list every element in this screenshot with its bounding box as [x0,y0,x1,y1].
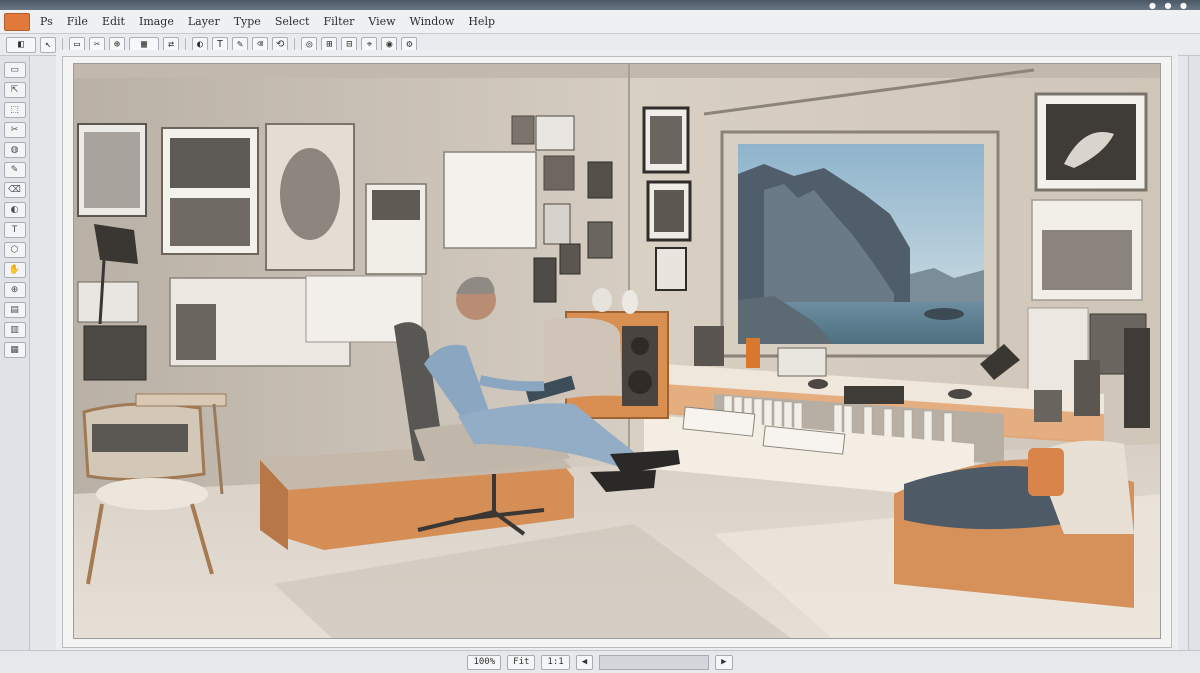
target-icon[interactable]: ◎ [301,36,318,53]
marquee-tool-icon[interactable]: ▭ [3,62,26,78]
crop-icon[interactable]: ✂ [89,36,105,53]
canvas-image[interactable] [73,63,1161,639]
menu-item-help[interactable]: Help [464,13,499,30]
contrast-icon[interactable]: ◐ [192,36,208,53]
brush-icon[interactable]: ✎ [232,36,248,53]
rotate-icon[interactable]: ⟲ [272,36,289,53]
menu-item-type[interactable]: Type [230,13,265,30]
right-scrollbar[interactable] [1188,56,1200,673]
title-bar: ● ● ● [0,0,1200,10]
zoom-in-icon[interactable]: ⊕ [109,36,125,53]
marquee-icon[interactable]: ▭ [69,36,85,53]
crosshair-icon[interactable]: ⌖ [361,36,378,53]
menu-item-layer[interactable]: Layer [184,13,224,30]
history-panel-icon[interactable]: ▦ [3,342,26,358]
room-illustration [74,64,1160,638]
menu-item-select[interactable]: Select [271,13,314,30]
channels-panel-icon[interactable]: ▥ [3,322,26,338]
menu-bar: Ps File Edit Image Layer Type Select Fil… [0,10,1200,34]
window-controls[interactable]: ● ● ● [1149,1,1190,10]
move-tool-icon[interactable]: ⇱ [3,82,26,98]
eraser-tool-icon[interactable]: ⌫ [3,182,26,198]
select-tool-icon[interactable]: ⬚ [3,102,26,118]
record-icon[interactable]: ◉ [381,36,398,53]
toolbar-divider [62,37,63,52]
add-panel-icon[interactable]: ⊞ [321,36,338,53]
document-canvas[interactable] [62,56,1172,648]
zoom-actual-button[interactable]: 1:1 [541,654,570,670]
zoom-100-button[interactable]: 100% [467,654,502,670]
lasso-tool-icon[interactable]: ◍ [3,142,26,158]
swap-icon[interactable]: ⇄ [163,36,179,53]
zoom-fit-button[interactable]: Fit [507,654,536,670]
eraser-icon[interactable]: ⌫ [252,36,268,53]
menu-item-ps[interactable]: Ps [36,13,57,30]
layout-icon[interactable]: ◧ [6,36,36,53]
prev-icon[interactable]: ◀ [575,654,594,670]
status-field [599,654,710,670]
zoom-tool-icon[interactable]: ⊕ [3,282,26,298]
dodge-tool-icon[interactable]: ◐ [3,202,26,218]
menu-item-edit[interactable]: Edit [98,13,129,30]
menu-item-file[interactable]: File [63,13,92,30]
toolbar-divider [294,37,296,52]
menu-item-view[interactable]: View [364,13,399,30]
crop-tool-icon[interactable]: ✂ [3,122,26,138]
type-tool-icon[interactable]: T [3,222,26,238]
status-bar: 100% Fit 1:1 ◀ ▶ [0,650,1200,673]
grid-icon[interactable]: ▦ [129,36,159,53]
tools-panel: ▭ ⇱ ⬚ ✂ ◍ ✎ ⌫ ◐ T ⬡ ✋ ⊕ ▤ ▥ ▦ [0,56,30,673]
options-toolbar: ◧ ↖ ▭ ✂ ⊕ ▦ ⇄ ◐ T ✎ ⌫ ⟲ ◎ ⊞ ⊟ ⌖ ◉ ⚙ [0,34,1200,56]
brush-tool-icon[interactable]: ✎ [3,162,26,178]
menu-item-filter[interactable]: Filter [319,13,358,30]
shape-tool-icon[interactable]: ⬡ [3,242,26,258]
toolbar-divider [185,37,186,52]
gear-icon[interactable]: ⚙ [401,36,418,53]
text-icon[interactable]: T [212,36,228,53]
photo-editor-window: ● ● ● Ps File Edit Image Layer Type Sele… [0,0,1200,673]
remove-panel-icon[interactable]: ⊟ [341,36,358,53]
menu-item-window[interactable]: Window [406,13,459,30]
move-icon[interactable]: ↖ [40,36,56,53]
menu-item-image[interactable]: Image [135,13,178,30]
next-icon[interactable]: ▶ [715,654,733,670]
layers-panel-icon[interactable]: ▤ [3,302,26,318]
photo-editor-icon[interactable] [4,12,30,31]
hand-tool-icon[interactable]: ✋ [3,262,26,278]
